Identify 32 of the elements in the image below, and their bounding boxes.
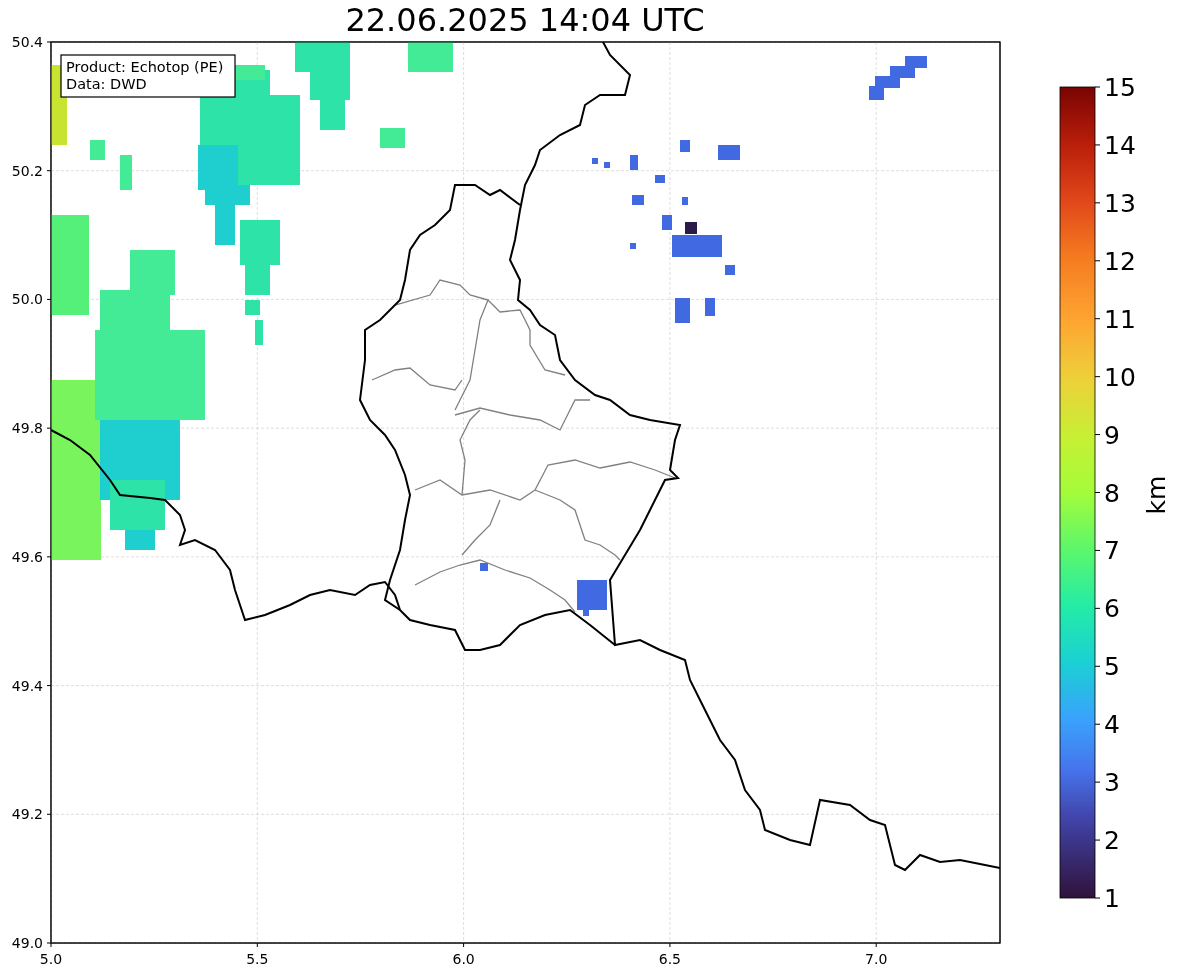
chart-title: 22.06.2025 14:04 UTC <box>344 0 706 32</box>
y-axis-tick-label: 50.2 <box>11 162 43 179</box>
colorbar-tick-label: 14 <box>1104 130 1136 160</box>
y-axis-tick-label: 49.4 <box>11 677 43 694</box>
colorbar-tick-label: 9 <box>1104 420 1120 450</box>
y-axis-tick-label: 50.4 <box>11 34 43 50</box>
annotation-text: Product: Echotop (PE) <box>66 59 224 75</box>
colorbar-tick-label: 2 <box>1104 826 1120 856</box>
colorbar-tick-label: 10 <box>1104 362 1136 392</box>
colorbar-tick-label: 3 <box>1104 768 1120 798</box>
y-axis-tick-label: 49.2 <box>11 806 43 823</box>
x-axis-tick-label: 6.5 <box>658 951 682 967</box>
colorbar-tick-label: 4 <box>1104 710 1120 740</box>
colorbar-tick-label: 6 <box>1104 594 1120 624</box>
y-axis-tick-label: 49.8 <box>11 420 43 437</box>
colorbar-label: km <box>1142 475 1171 515</box>
x-axis-tick-label: 7.0 <box>865 951 888 967</box>
colorbar-tick-label: 12 <box>1104 246 1136 276</box>
colorbar-tick-label: 15 <box>1104 73 1136 102</box>
colorbar-tick-label: 13 <box>1104 188 1136 218</box>
colorbar-tick-label: 7 <box>1104 536 1120 566</box>
y-axis-tick-label: 49.0 <box>11 935 43 951</box>
annotation-text: Data: DWD <box>66 76 147 92</box>
x-axis-tick-label: 6.0 <box>452 951 475 967</box>
x-axis-tick-label: 5.5 <box>246 951 269 967</box>
colorbar-tick-label: 11 <box>1104 304 1136 334</box>
colorbar-tick-label: 5 <box>1104 652 1120 682</box>
y-axis-tick-label: 49.6 <box>11 548 43 565</box>
x-axis-tick-label: 5.0 <box>39 951 63 967</box>
colorbar-tick-label: 8 <box>1104 478 1120 508</box>
y-axis-tick-label: 50.0 <box>11 291 43 308</box>
colorbar-tick-label: 1 <box>1104 884 1120 913</box>
